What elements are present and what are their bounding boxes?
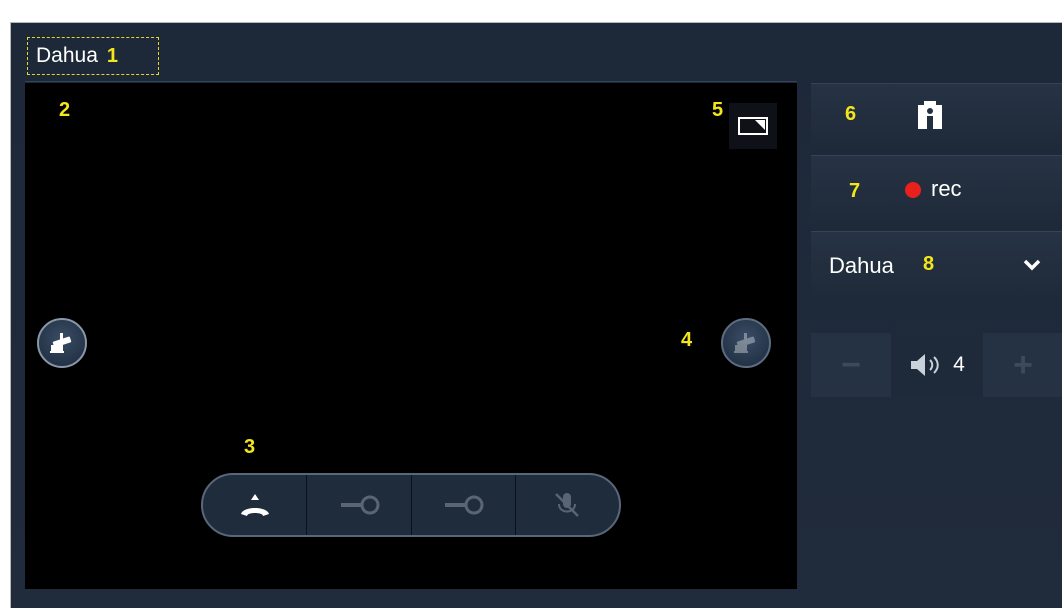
unlock-button-2[interactable]: [412, 475, 516, 535]
mute-button[interactable]: [516, 475, 619, 535]
callout-6: 6: [845, 103, 857, 125]
device-select-value: Dahua: [829, 253, 894, 278]
snapshot-icon: [918, 101, 942, 129]
device-select-dropdown[interactable]: Dahua 8: [811, 231, 1062, 297]
record-label: rec: [931, 176, 962, 201]
record-indicator: [905, 182, 921, 198]
key-icon: [445, 495, 484, 515]
callout-2: 2: [59, 99, 71, 121]
volume-display: 4: [891, 333, 983, 397]
app-window: Dahua 1 2 5 4 3 6 7 rec Dahua 8 − 4 +: [10, 22, 1062, 608]
camera-icon: [734, 333, 756, 353]
volume-control: − 4 +: [811, 333, 1062, 397]
hangup-icon: [240, 494, 269, 516]
device-title: Dahua: [36, 44, 98, 67]
title-label-box: Dahua 1: [27, 37, 159, 75]
key-icon: [340, 495, 380, 515]
picture-in-picture-icon: [738, 117, 768, 135]
unlock-button-1[interactable]: [307, 475, 412, 535]
divider: [25, 81, 797, 82]
chevron-down-icon: [1023, 259, 1041, 271]
volume-down-button[interactable]: −: [811, 333, 891, 397]
mute-mic-icon: [555, 493, 580, 517]
call-control-bar: [201, 473, 621, 537]
callout-5: 5: [712, 99, 724, 121]
volume-up-button[interactable]: +: [983, 333, 1062, 397]
snapshot-button[interactable]: 6: [811, 83, 1062, 147]
callout-1: 1: [106, 44, 119, 67]
camera-switch-left-button[interactable]: [37, 318, 87, 368]
picture-in-picture-button[interactable]: [729, 103, 777, 149]
record-button[interactable]: 7 rec: [811, 155, 1062, 221]
camera-switch-right-button[interactable]: [721, 318, 771, 368]
speaker-icon: [911, 354, 939, 376]
callout-8: 8: [923, 253, 935, 275]
camera-icon: [50, 333, 72, 353]
callout-4: 4: [681, 329, 693, 351]
callout-3: 3: [244, 436, 256, 458]
callout-7: 7: [849, 180, 861, 202]
hangup-button[interactable]: [203, 475, 308, 535]
volume-level: 4: [953, 353, 965, 376]
